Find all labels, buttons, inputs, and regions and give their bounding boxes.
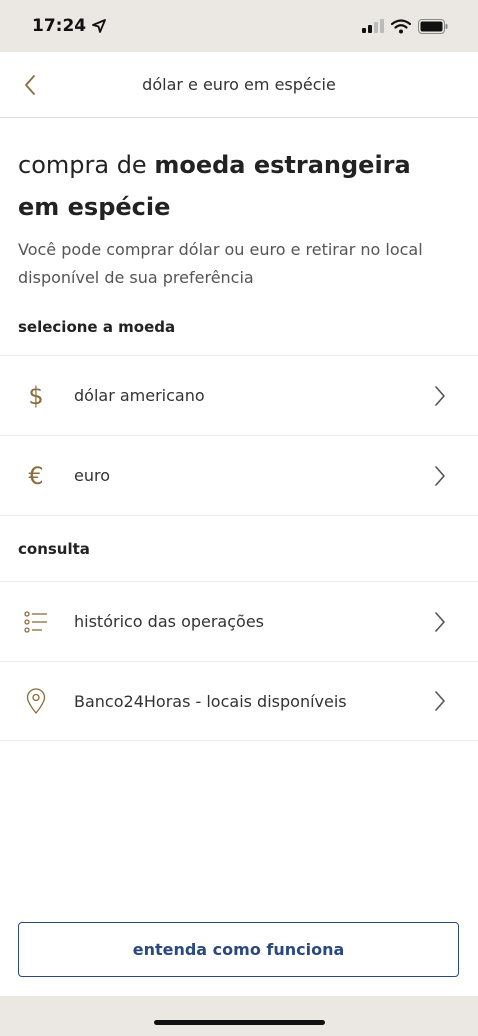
location-arrow-icon bbox=[92, 19, 107, 33]
how-it-works-button[interactable]: entenda como funciona bbox=[18, 922, 459, 977]
main-heading: compra de moeda estrangeira em espécie bbox=[0, 118, 478, 228]
status-bar: 17:24 bbox=[0, 0, 478, 52]
euro-icon: € bbox=[28, 461, 44, 490]
signal-icon bbox=[362, 19, 384, 33]
back-button[interactable] bbox=[16, 71, 44, 99]
navigation-bar: dólar e euro em espécie bbox=[0, 52, 478, 118]
list-item-dollar[interactable]: $ dólar americano bbox=[0, 355, 478, 435]
section-label-query: consulta bbox=[0, 515, 478, 581]
status-indicators bbox=[362, 18, 448, 34]
chevron-right-icon bbox=[435, 385, 445, 406]
page-title: dólar e euro em espécie bbox=[142, 75, 336, 94]
list-item-label: Banco24Horas - locais disponíveis bbox=[74, 691, 347, 711]
chevron-right-icon bbox=[435, 465, 445, 486]
chevron-left-icon bbox=[25, 75, 35, 95]
list-icon bbox=[24, 610, 47, 633]
list-item-label: euro bbox=[74, 466, 110, 485]
chevron-right-icon bbox=[435, 691, 445, 711]
list-item-euro[interactable]: € euro bbox=[0, 435, 478, 515]
chevron-right-icon bbox=[435, 611, 445, 632]
heading-light: compra de bbox=[18, 151, 155, 179]
description-text: Você pode comprar dólar ou euro e retira… bbox=[18, 240, 423, 287]
battery-icon bbox=[418, 18, 448, 34]
wifi-icon bbox=[391, 18, 411, 33]
home-indicator[interactable] bbox=[154, 1020, 325, 1025]
dollar-icon: $ bbox=[28, 381, 44, 410]
location-pin-icon bbox=[26, 688, 46, 714]
list-item-label: dólar americano bbox=[74, 386, 205, 405]
list-item-label: histórico das operações bbox=[74, 612, 264, 631]
section-label-currency: selecione a moeda bbox=[18, 318, 176, 336]
main-screen: dólar e euro em espécie compra de moeda … bbox=[0, 52, 478, 996]
status-time-text: 17:24 bbox=[32, 16, 87, 36]
list-item-history[interactable]: histórico das operações bbox=[0, 581, 478, 661]
list-item-locations[interactable]: Banco24Horas - locais disponíveis bbox=[0, 661, 478, 741]
status-time: 17:24 bbox=[32, 16, 107, 36]
